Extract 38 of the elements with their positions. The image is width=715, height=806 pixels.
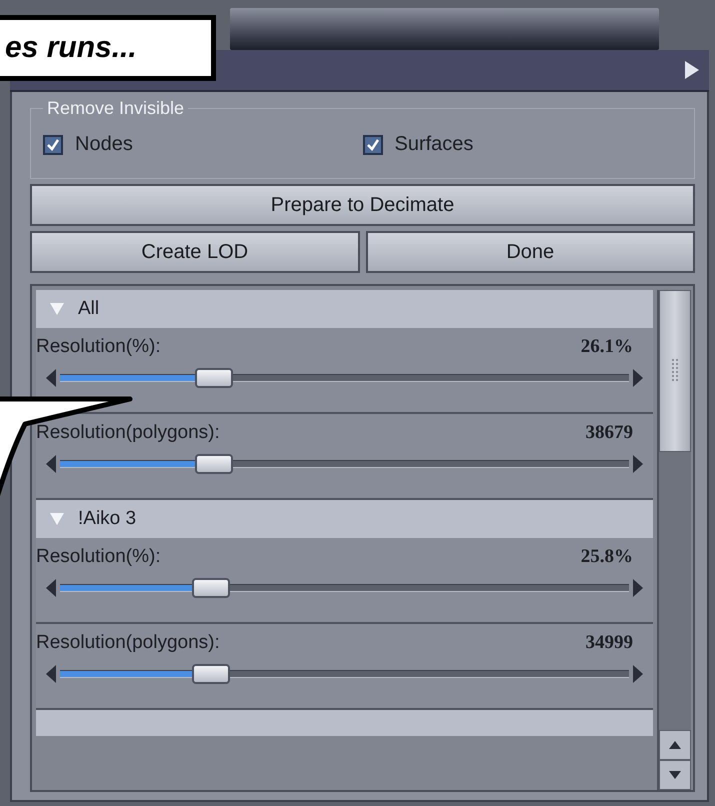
scroll-up-button[interactable] (659, 730, 691, 760)
slider-value: 25.8% (580, 546, 634, 568)
scrollbar[interactable] (657, 290, 691, 790)
slider-thumb[interactable] (194, 368, 233, 388)
right-arrow-icon[interactable] (633, 455, 643, 473)
scroll-thumb[interactable] (659, 290, 691, 452)
prepare-button[interactable]: Prepare to Decimate (30, 184, 695, 226)
slider-value: 38679 (586, 422, 634, 444)
action-button[interactable]: Create LOD (30, 231, 360, 273)
up-arrow-icon (669, 741, 681, 749)
slider-thumb[interactable] (192, 664, 230, 684)
figure-header[interactable]: !Aiko 3 (36, 500, 653, 538)
slider-label: Resolution(polygons): (36, 632, 220, 654)
group-box-title: Remove Invisible (46, 98, 186, 119)
left-arrow-icon[interactable] (46, 665, 56, 683)
down-arrow-icon (669, 771, 681, 779)
left-arrow-icon[interactable] (46, 455, 56, 473)
slider-thumb[interactable] (194, 454, 233, 474)
right-arrow-icon[interactable] (633, 579, 643, 597)
checkbox[interactable]: Nodes (43, 133, 362, 156)
checkbox-box[interactable] (362, 134, 382, 154)
slider-label: Resolution(polygons): (36, 422, 220, 444)
scroll-down-button[interactable] (659, 760, 691, 790)
slider-value: 34999 (586, 632, 634, 654)
left-arrow-icon[interactable] (46, 369, 56, 387)
caption-box: es runs... (0, 15, 216, 81)
figure-header[interactable]: All (36, 290, 653, 328)
right-arrow-icon[interactable] (633, 665, 643, 683)
checkbox-box[interactable] (43, 134, 63, 154)
checkbox[interactable]: Surfaces (362, 133, 682, 156)
right-arrow-icon[interactable] (633, 369, 643, 387)
left-arrow-icon[interactable] (46, 579, 56, 597)
action-button[interactable]: Done (366, 231, 695, 273)
slider-value: 26.1% (580, 336, 634, 358)
play-arrow-icon[interactable] (685, 61, 699, 79)
slider-thumb[interactable] (192, 578, 230, 598)
slider-label: Resolution(%): (36, 546, 161, 568)
slider-label: Resolution(%): (36, 336, 161, 358)
